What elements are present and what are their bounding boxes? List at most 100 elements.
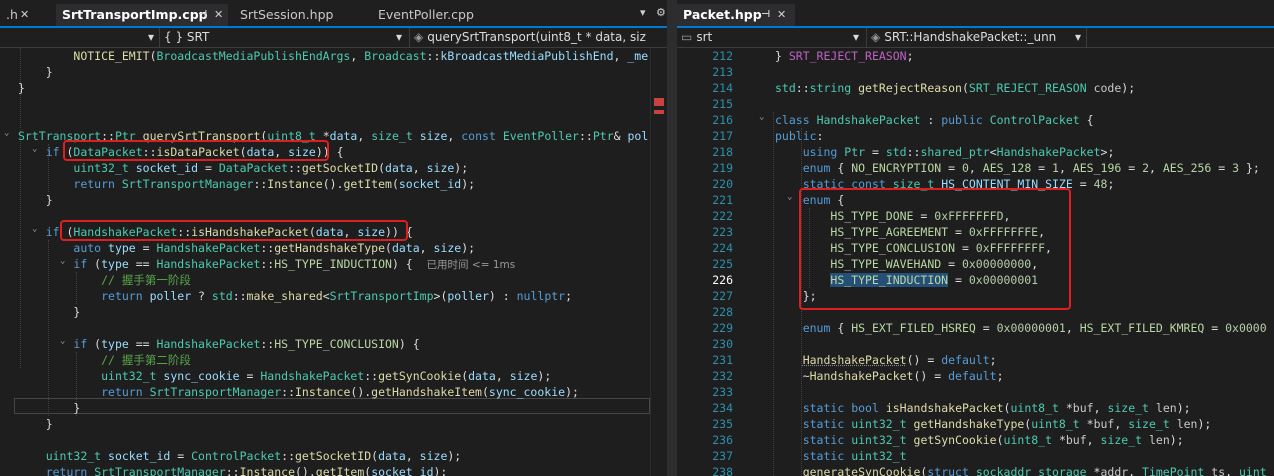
close-icon[interactable]: ✕ xyxy=(214,4,223,26)
tab-srt-transport-imp[interactable]: SrtTransportImp.cpp ⊣ ✕ xyxy=(56,4,228,26)
left-editor-pane: .h ✕ SrtTransportImp.cpp ⊣ ✕ SrtSession.… xyxy=(0,0,667,476)
line-number: 225 xyxy=(712,257,733,271)
collapse-icon[interactable]: ⌄ xyxy=(759,112,764,122)
indent-guide xyxy=(20,48,21,368)
code-line: uint32_t socket_id = DataPacket::getSock… xyxy=(73,161,469,175)
code-line: } xyxy=(18,81,25,95)
tab-event-poller[interactable]: EventPoller.cpp xyxy=(372,4,512,26)
class-dropdown[interactable]: { } SRT ▾ xyxy=(160,28,410,47)
code-line: enum { HS_EXT_FILED_HSREQ = 0x00000001, … xyxy=(802,321,1267,335)
line-number: 223 xyxy=(712,225,733,239)
line-number: 235 xyxy=(712,417,733,431)
code-line: // 握手第二阶段 xyxy=(101,353,191,367)
line-number: 236 xyxy=(712,433,733,447)
highlight-box-is-data-packet xyxy=(63,140,329,161)
chevron-down-icon: ▾ xyxy=(853,30,860,44)
code-line: NOTICE_EMIT(BroadcastMediaPublishEndArgs… xyxy=(73,49,649,63)
code-line: ~HandshakePacket() = default; xyxy=(775,369,1004,383)
code-line: } xyxy=(18,305,81,319)
tab-label: EventPoller.cpp xyxy=(378,7,474,22)
left-navigation-bar: ▾ { } SRT ▾ ◈ querySrtTransport(uint8_t * … xyxy=(0,28,667,48)
scope-dropdown[interactable]: ▭ srt ▾ xyxy=(677,28,867,47)
code-line: } SRT_REJECT_REASON; xyxy=(775,49,914,63)
tab-label: .h xyxy=(6,7,18,22)
line-number: 212 xyxy=(712,49,733,63)
class-label: { } SRT xyxy=(164,30,210,44)
code-line: static uint32_t getHandshakeType(uint8_t… xyxy=(802,417,1212,431)
tab-header-file[interactable]: .h ✕ xyxy=(0,4,36,26)
tab-packet-hpp[interactable]: Packet.hpp ⊣ ✕ xyxy=(677,4,795,26)
code-line: // 握手第一阶段 xyxy=(101,273,191,287)
line-number: 218 xyxy=(712,145,733,159)
close-icon[interactable]: ✕ xyxy=(20,4,29,26)
current-line-highlight xyxy=(14,398,650,414)
line-number: 214 xyxy=(712,81,733,95)
gear-icon[interactable]: ⚙ xyxy=(656,6,666,19)
code-line: auto type = HandshakePacket::getHandshak… xyxy=(73,241,476,255)
code-line: class HandshakePacket : public ControlPa… xyxy=(775,113,1094,127)
code-line: return SrtTransportManager::Instance().g… xyxy=(45,465,448,476)
code-line: static uint32_t xyxy=(802,449,907,463)
code-line: } xyxy=(18,417,53,431)
line-number: 219 xyxy=(712,161,733,175)
class-label: SRT::HandshakePacket::_unn xyxy=(884,30,1057,44)
dropdown-icon[interactable]: ▾ xyxy=(640,6,646,19)
highlight-box-handshake-enum xyxy=(799,188,1071,310)
line-number: 222 xyxy=(712,209,733,223)
scroll-marker xyxy=(654,98,664,106)
class-icon: ◈ xyxy=(871,30,881,44)
line-number: 213 xyxy=(712,65,733,79)
line-number: 216 xyxy=(712,113,733,127)
code-line: } xyxy=(18,193,53,207)
line-number: 229 xyxy=(712,321,733,335)
indent-guide xyxy=(773,112,774,476)
tab-label: SrtSession.hpp xyxy=(240,7,334,22)
code-line: if (type == HandshakePacket::HS_TYPE_IND… xyxy=(73,257,516,271)
right-navigation-bar: ▭ srt ▾ ◈ SRT::HandshakePacket::_unn ▾ xyxy=(677,28,1274,48)
function-icon: ◈ xyxy=(414,30,424,44)
line-number: 227 xyxy=(712,289,733,303)
line-number: 238 xyxy=(712,465,733,476)
right-code-area[interactable]: 212 213 214 215 216 217 218 219 220 221 … xyxy=(677,48,1274,476)
line-number: 230 xyxy=(712,337,733,351)
line-number: 228 xyxy=(712,305,733,319)
pin-icon[interactable]: ⊣ xyxy=(761,4,770,26)
tab-srt-session[interactable]: SrtSession.hpp xyxy=(234,4,364,26)
line-number: 220 xyxy=(712,177,733,191)
pane-divider[interactable] xyxy=(667,0,677,476)
line-number: 233 xyxy=(712,385,733,399)
scope-dropdown[interactable]: ▾ xyxy=(0,28,160,47)
chevron-down-icon: ▾ xyxy=(148,30,155,44)
code-line: uint32_t socket_id = ControlPacket::getS… xyxy=(45,449,462,463)
line-number: 217 xyxy=(712,129,733,143)
line-number: 232 xyxy=(712,369,733,383)
line-number: 215 xyxy=(712,97,733,111)
right-tab-bar: Packet.hpp ⊣ ✕ xyxy=(677,0,1274,28)
code-line: } xyxy=(18,401,81,415)
close-icon[interactable]: ✕ xyxy=(777,4,786,26)
code-line: generateSynCookie(struct sockaddr_storag… xyxy=(802,465,1267,476)
class-dropdown[interactable]: ◈ SRT::HandshakePacket::_unn ▾ xyxy=(867,28,1087,47)
collapse-icon[interactable]: ⌄ xyxy=(4,128,9,138)
code-line: static uint32_t getSynCookie(uint8_t *bu… xyxy=(802,433,1184,447)
highlight-box-is-handshake-packet xyxy=(60,220,408,241)
line-number-current: 226 xyxy=(712,273,733,287)
left-vertical-scrollbar[interactable] xyxy=(650,48,667,476)
elapsed-time-hint: 已用时间 <= 1ms xyxy=(426,259,516,271)
code-line: static bool isHandshakePacket(uint8_t *b… xyxy=(802,401,1191,415)
code-line: return SrtTransportManager::Instance().g… xyxy=(73,177,476,191)
tab-label: Packet.hpp xyxy=(683,7,762,22)
scope-label: srt xyxy=(696,30,713,44)
code-line: std::string getRejectReason(SRT_REJECT_R… xyxy=(775,81,1136,95)
tab-label: SrtTransportImp.cpp xyxy=(62,7,208,22)
left-code-area[interactable]: ⌄ ⌄ ⌄ ⌄ ⌄ NOTICE_EMIT(BroadcastMediaPubl… xyxy=(0,48,667,476)
pin-icon[interactable]: ⊣ xyxy=(198,4,207,26)
function-dropdown[interactable]: ◈ querySrtTransport(uint8_t * data, siz xyxy=(410,28,667,47)
right-editor-pane: Packet.hpp ⊣ ✕ ▭ srt ▾ ◈ SRT::HandshakePack… xyxy=(677,0,1274,476)
code-line: return SrtTransportManager::Instance().g… xyxy=(101,385,579,399)
code-line: } xyxy=(18,65,53,79)
code-line: public: xyxy=(775,129,824,143)
line-number: 221 xyxy=(712,193,733,207)
scroll-marker xyxy=(654,110,664,114)
function-label: querySrtTransport(uint8_t * data, siz xyxy=(427,30,646,44)
